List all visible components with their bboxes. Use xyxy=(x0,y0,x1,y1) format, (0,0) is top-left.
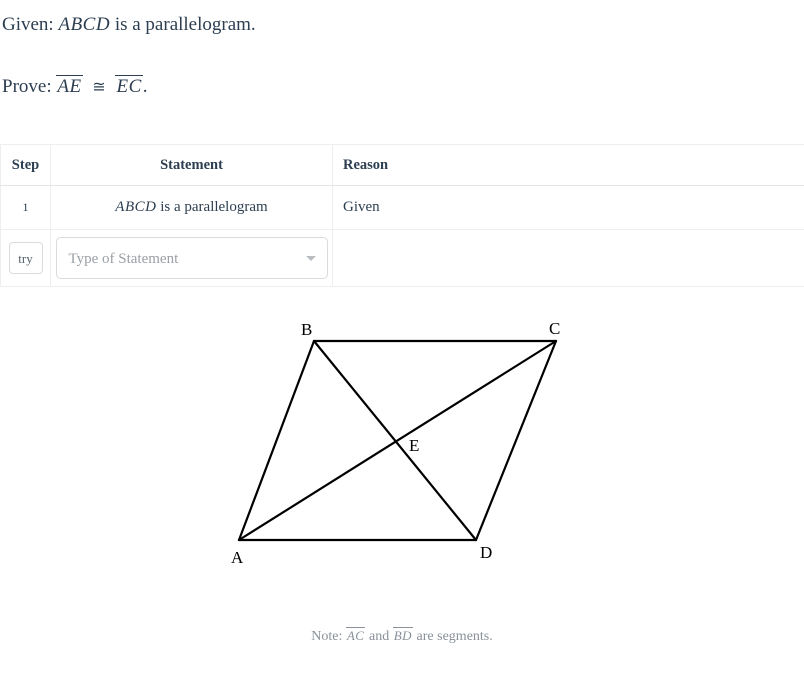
given-text: is a parallelogram. xyxy=(114,14,256,35)
proof-table: Step Statement Reason 1 ABCD is a parall… xyxy=(0,144,804,287)
proof-table-header: Step Statement Reason xyxy=(0,144,804,186)
prove-segment-ec: EC xyxy=(115,75,143,97)
header-reason: Reason xyxy=(332,144,804,186)
figure-label-d: D xyxy=(480,543,492,562)
parallelogram-svg: A B C D E xyxy=(231,319,560,567)
prove-segment-ae: AE xyxy=(56,75,83,97)
given-statement: Given: ABCD is a parallelogram. xyxy=(2,15,256,34)
given-subject: ABCD xyxy=(58,14,111,35)
parallelogram-figure: A B C D E xyxy=(0,300,804,590)
statement-type-select[interactable]: Type of Statement xyxy=(55,237,328,279)
prove-label: Prove: xyxy=(2,76,52,97)
figure-label-c: C xyxy=(549,319,560,338)
figure-label-a: A xyxy=(231,548,244,567)
input-row-step-cell: try xyxy=(0,229,51,287)
figure-label-e: E xyxy=(409,436,419,455)
prove-statement: Prove: AE ≅ EC. xyxy=(2,75,148,97)
figure-note: Note: AC and BD are segments. xyxy=(0,627,804,645)
table-row: 1 ABCD is a parallelogram Given xyxy=(0,185,804,230)
note-prefix: Note: xyxy=(311,629,343,644)
congruent-icon: ≅ xyxy=(92,77,106,96)
try-button[interactable]: try xyxy=(8,242,43,274)
note-conjunction: and xyxy=(368,629,390,644)
input-row-reason-cell xyxy=(332,229,804,287)
figure-side-ab xyxy=(237,339,316,542)
row-1-statement: ABCD is a parallelogram xyxy=(50,185,333,230)
figure-side-cd xyxy=(474,339,558,542)
note-segment-ac: AC xyxy=(345,627,366,643)
input-row-statement-cell: Type of Statement xyxy=(50,229,333,287)
figure-diagonal-ac xyxy=(237,339,558,542)
note-suffix: are segments. xyxy=(416,629,493,644)
figure-lines xyxy=(237,339,558,542)
table-header-row: Step Statement Reason xyxy=(0,144,804,186)
row-1-statement-text: is a parallelogram xyxy=(160,199,268,215)
figure-diagonal-bd xyxy=(312,339,478,542)
header-statement: Statement xyxy=(50,144,333,186)
row-1-step: 1 xyxy=(0,185,51,230)
figure-label-b: B xyxy=(301,320,312,339)
prove-period: . xyxy=(142,76,148,97)
row-1-statement-math: ABCD xyxy=(115,199,157,215)
header-step: Step xyxy=(0,144,51,186)
given-label: Given: xyxy=(2,14,54,35)
note-segment-bd: BD xyxy=(392,627,414,643)
statement-type-placeholder: Type of Statement xyxy=(68,251,179,267)
row-1-reason: Given xyxy=(332,185,804,230)
table-input-row: try Type of Statement xyxy=(0,229,804,287)
proof-table-body: 1 ABCD is a parallelogram Given try Type… xyxy=(0,185,804,287)
chevron-down-icon[interactable] xyxy=(305,256,316,261)
